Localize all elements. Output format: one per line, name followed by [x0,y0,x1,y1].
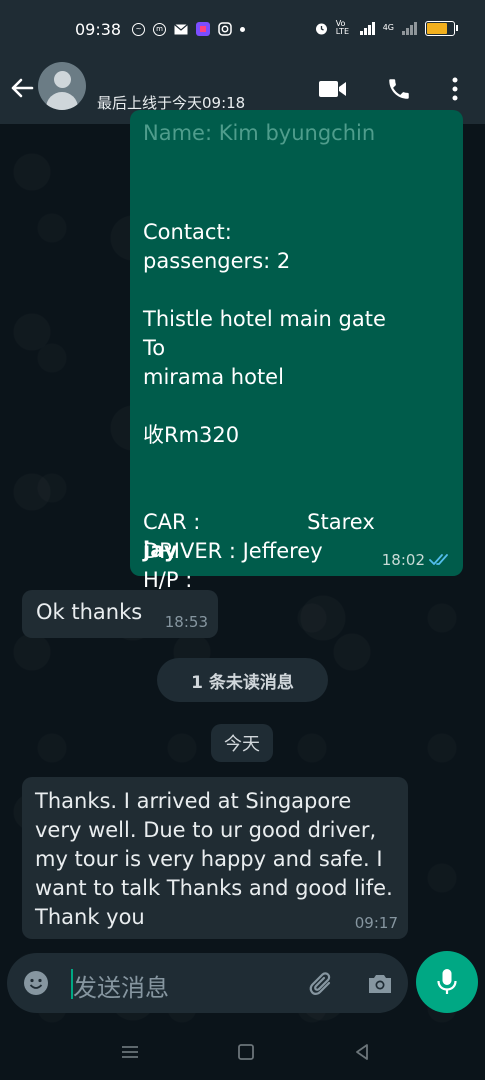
incoming-message-text: Ok thanks [36,600,143,624]
message-input-bar: 发送消息 [7,953,408,1013]
more-notifications-dot-icon [240,26,245,32]
outgoing-message-line: Contact: [143,220,232,244]
battery-icon [425,20,458,36]
system-icons: Vo LTE 4G [314,19,458,36]
camera-icon[interactable] [365,969,395,999]
back-arrow-icon[interactable] [8,74,36,102]
back-nav-icon[interactable] [352,1042,374,1062]
signal-icon [359,21,375,35]
messenger-icon: ~ [132,22,145,36]
home-icon[interactable] [236,1042,258,1062]
message-input[interactable]: 发送消息 [73,968,169,1003]
outgoing-message-text: Name: Kim byungchin Contact: passengers: … [143,121,386,595]
system-navigation-bar [0,1024,485,1080]
volte-label: Vo LTE [335,19,349,36]
signal-2-icon [402,21,417,35]
outgoing-partial-line: Name: Kim byungchin [143,121,376,145]
avatar[interactable] [38,62,86,110]
outgoing-sender-name: jay [143,538,178,562]
outgoing-message-line: mirama hotel [143,365,284,389]
outgoing-message-line: CAR : Starex [143,510,375,534]
outgoing-message-line: Thistle hotel main gate [143,307,386,331]
date-divider: 今天 [211,724,273,762]
emoji-icon[interactable] [23,970,49,996]
outgoing-message-time: 18:02 [381,551,425,569]
notification-icons: ~ m [132,22,245,36]
outgoing-message-line: To [143,336,166,360]
more-options-icon[interactable] [440,74,470,104]
voice-call-icon[interactable] [384,74,414,104]
instagram-icon [218,22,232,36]
incoming-message-time: 09:17 [354,914,398,932]
microphone-icon [437,969,457,994]
status-time: 09:38 [75,20,122,39]
read-receipt-icon [429,552,451,566]
mail-icon [174,22,188,36]
app-icon [196,22,210,36]
outgoing-message-line: passengers: 2 [143,249,291,273]
outgoing-message-line [143,392,386,421]
attach-icon[interactable] [307,969,337,999]
outgoing-message-line [143,479,386,508]
voice-message-button[interactable] [416,951,478,1013]
incoming-message-bubble[interactable]: Ok thanks 18:53 [22,590,218,638]
alarm-icon [314,21,328,35]
video-call-icon[interactable] [318,74,348,104]
m-app-icon: m [153,22,166,36]
recent-apps-icon[interactable] [120,1042,142,1062]
status-bar: 09:38 ~ m Vo LTE 4G [0,0,485,60]
network-type-label: 4G [382,23,394,32]
outgoing-message-line [143,276,386,305]
incoming-message-text: Thanks. I arrived at Singapore very well… [35,789,393,929]
incoming-message-time: 18:53 [164,613,208,631]
outgoing-message-line: 收Rm320 [143,423,240,447]
outgoing-message-bubble[interactable]: Name: Kim byungchin Contact: passengers: … [130,110,463,592]
unread-messages-indicator: 1 条未读消息 [157,658,328,702]
incoming-message-bubble[interactable]: Thanks. I arrived at Singapore very well… [22,777,408,939]
outgoing-message-line [143,450,386,479]
outgoing-message-line: DRIVER : Jefferey [143,539,323,563]
